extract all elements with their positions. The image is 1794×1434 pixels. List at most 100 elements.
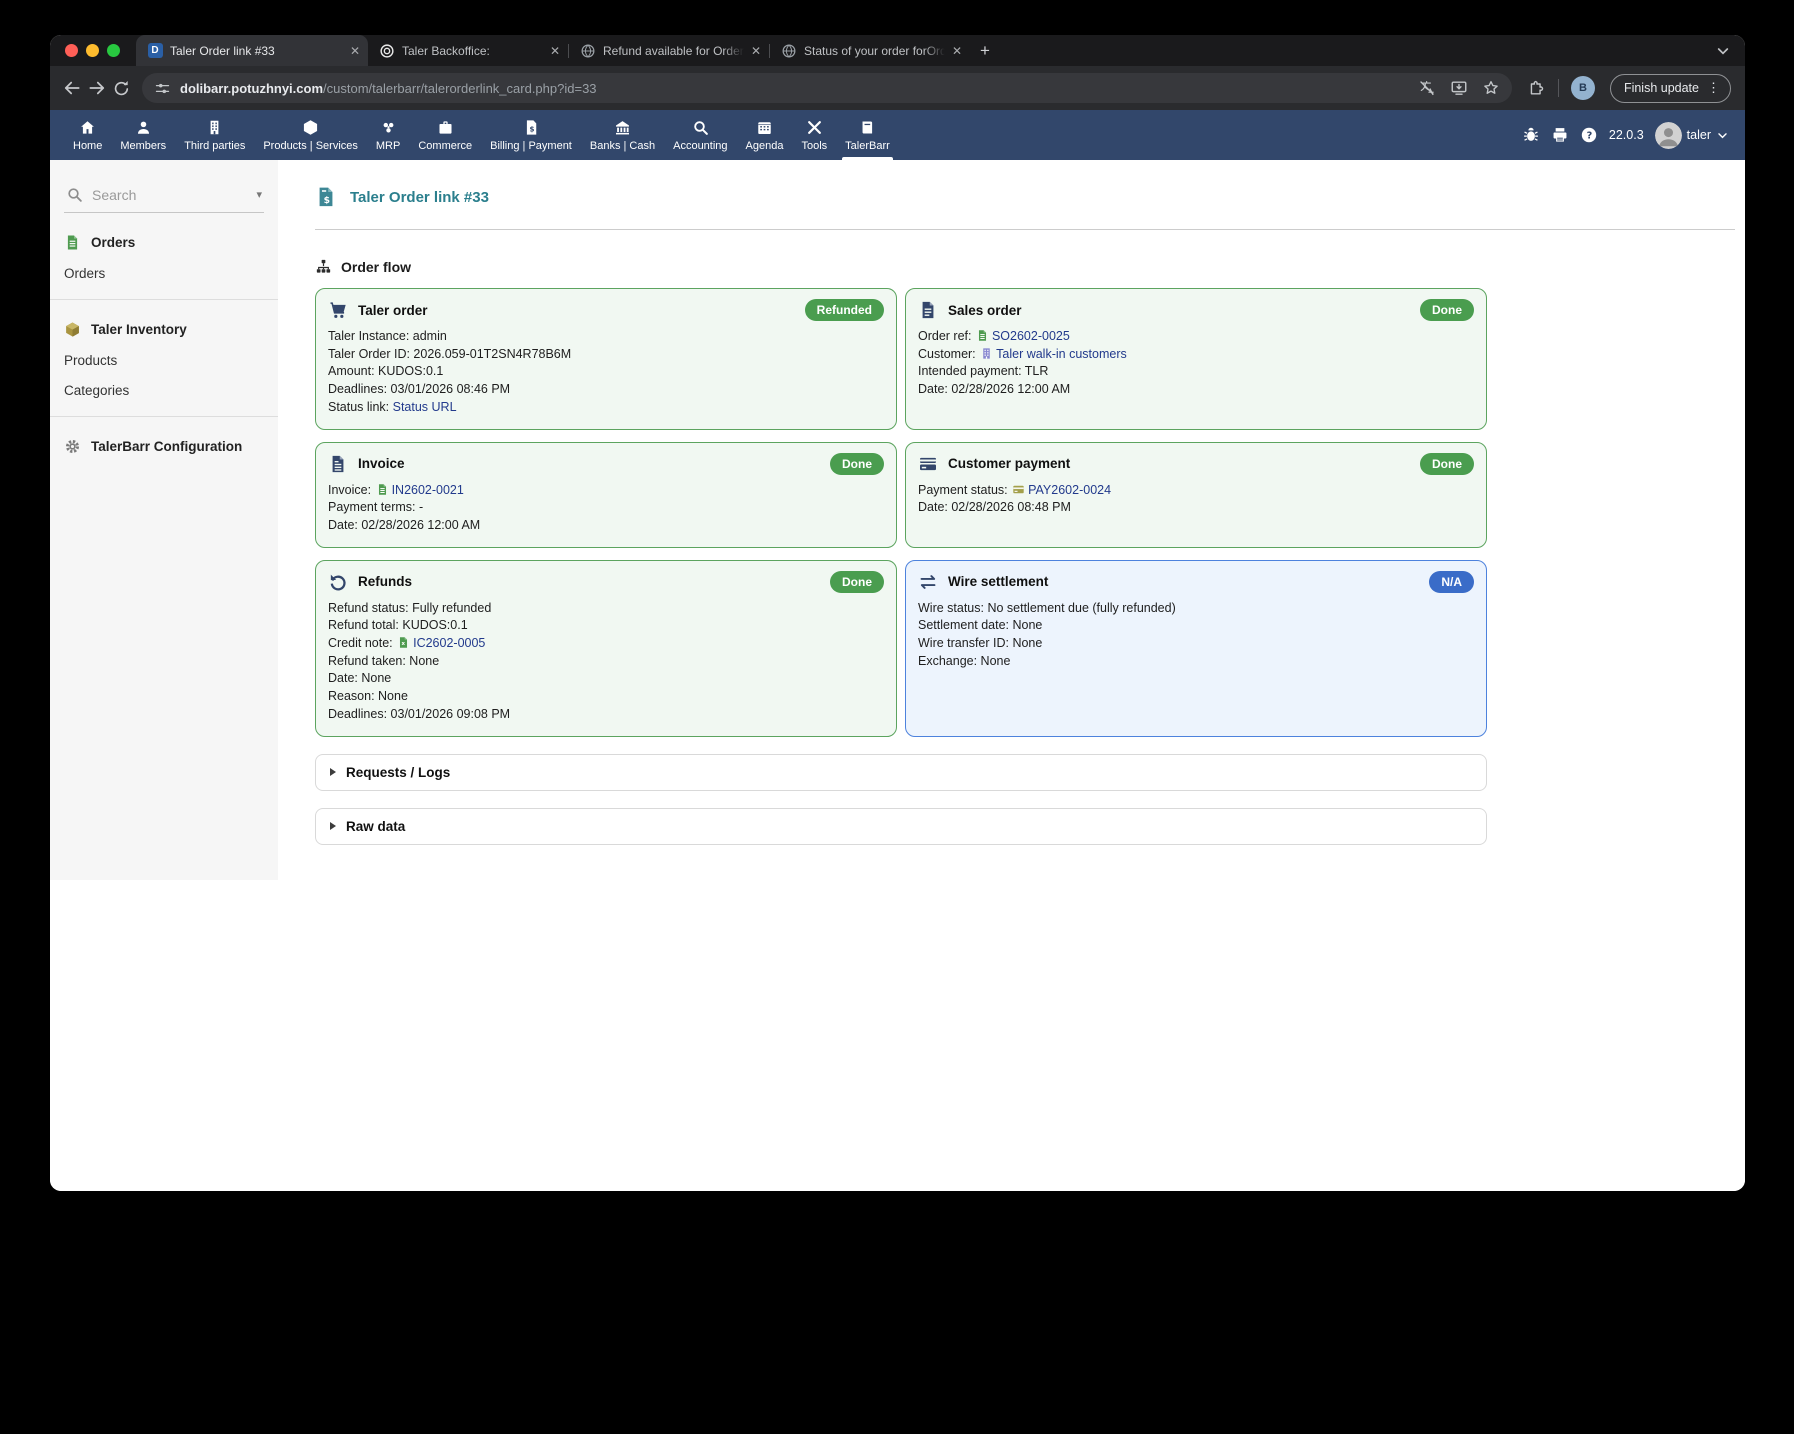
translate-off-icon[interactable] xyxy=(1418,79,1436,97)
tab-close-icon[interactable]: ✕ xyxy=(952,44,962,58)
search-input[interactable] xyxy=(92,187,222,203)
exchange-icon xyxy=(918,572,938,592)
home-icon xyxy=(79,119,96,136)
user-menu[interactable]: taler xyxy=(1655,122,1729,149)
browser-tab[interactable]: DTaler Order link #33✕ xyxy=(136,35,368,66)
top-menu-members[interactable]: Members xyxy=(111,110,175,160)
dolibarr-favicon: D xyxy=(147,43,163,59)
sidebar-item-products[interactable]: Products xyxy=(64,353,264,368)
page-url: dolibarr.potuzhnyi.com/custom/talerbarr/… xyxy=(180,81,597,96)
browser-menu-icon[interactable]: ⋮ xyxy=(1707,80,1720,96)
top-menu-label: Third parties xyxy=(184,140,245,152)
sidebar-item-categories[interactable]: Categories xyxy=(64,383,264,398)
site-settings-icon[interactable] xyxy=(154,80,171,97)
card-refunds: RefundsDoneRefund status: Fully refunded… xyxy=(315,560,897,737)
card-row: Taler Instance: admin xyxy=(328,328,884,346)
browser-tab[interactable]: Refund available for Order to ✕ xyxy=(569,35,769,66)
install-app-icon[interactable] xyxy=(1450,79,1468,97)
card-row: Date: 02/28/2026 12:00 AM xyxy=(328,517,884,535)
top-menu-agenda[interactable]: Agenda xyxy=(737,110,793,160)
close-window-button[interactable] xyxy=(65,44,78,57)
credit-note-icon: x xyxy=(397,636,410,649)
top-menu-third-parties[interactable]: Third parties xyxy=(175,110,254,160)
row-link[interactable]: IC2602-0005 xyxy=(413,636,485,650)
top-menu-accounting[interactable]: Accounting xyxy=(664,110,736,160)
collapsible-raw-data[interactable]: Raw data xyxy=(315,808,1487,845)
top-menu-label: Products | Services xyxy=(263,140,358,152)
card-header: InvoiceDone xyxy=(328,453,884,475)
chevron-down-icon xyxy=(1716,129,1729,142)
top-menu-commerce[interactable]: Commerce xyxy=(409,110,481,160)
taler-order-doc-icon: $ xyxy=(315,186,337,208)
card-row: Credit note: xIC2602-0005 xyxy=(328,635,884,653)
row-link[interactable]: SO2602-0025 xyxy=(992,329,1070,343)
svg-text:?: ? xyxy=(1587,130,1593,141)
minimize-window-button[interactable] xyxy=(86,44,99,57)
collapsible-requests-logs[interactable]: Requests / Logs xyxy=(315,754,1487,791)
tab-close-icon[interactable]: ✕ xyxy=(550,44,560,58)
sidebar-section-title[interactable]: Taler Inventory xyxy=(64,321,264,338)
top-menu-banks-cash[interactable]: Banks | Cash xyxy=(581,110,664,160)
browser-tab[interactable]: Status of your order forOrder✕ xyxy=(770,35,970,66)
profile-avatar[interactable]: B xyxy=(1571,76,1595,100)
left-menu: ▾ Orders Orders Taler Inventory Products Cat… xyxy=(50,160,278,880)
bug-report-icon[interactable] xyxy=(1522,126,1540,144)
top-menu-label: Home xyxy=(73,140,102,152)
top-menu-items: Home Members Third parties Products | Servi… xyxy=(64,110,899,160)
help-icon[interactable]: ? xyxy=(1580,126,1598,144)
credit-card-icon xyxy=(918,454,938,474)
row-link[interactable]: Status URL xyxy=(393,400,457,414)
taler-favicon xyxy=(379,43,395,59)
row-label: Customer: xyxy=(918,347,979,361)
sidebar-section: Orders Orders xyxy=(50,234,278,281)
card-row: Payment status: PAY2602-0024 xyxy=(918,482,1474,500)
card-row: Invoice: IN2602-0021 xyxy=(328,482,884,500)
card-row: Refund total: KUDOS:0.1 xyxy=(328,617,884,635)
collapsible-label: Requests / Logs xyxy=(346,765,450,780)
row-link[interactable]: IN2602-0021 xyxy=(392,483,464,497)
top-menu-tools[interactable]: Tools xyxy=(792,110,836,160)
sidebar-section-title[interactable]: TalerBarr Configuration xyxy=(64,438,264,455)
card-title: Customer payment xyxy=(948,456,1070,471)
new-tab-button[interactable]: + xyxy=(980,41,990,61)
tab-search-chevron[interactable] xyxy=(1715,43,1731,59)
card-row: Payment terms: - xyxy=(328,499,884,517)
tab-title: Refund available for Order to xyxy=(603,44,744,58)
top-menu-mrp[interactable]: MRP xyxy=(367,110,409,160)
card-wire-settlement: Wire settlementN/AWire status: No settle… xyxy=(905,560,1487,737)
top-menu-home[interactable]: Home xyxy=(64,110,111,160)
main-content: $ Taler Order link #33 Order flow Taler … xyxy=(278,160,1745,1191)
search-icon xyxy=(66,186,83,203)
finish-update-button[interactable]: Finish update ⋮ xyxy=(1610,74,1731,103)
sidebar-section: TalerBarr Configuration xyxy=(50,438,278,455)
top-menu-billing-payment[interactable]: $Billing | Payment xyxy=(481,110,581,160)
back-button[interactable] xyxy=(62,78,82,98)
row-link[interactable]: PAY2602-0024 xyxy=(1028,483,1111,497)
tools-icon xyxy=(806,119,823,136)
print-icon[interactable] xyxy=(1551,126,1569,144)
maximize-window-button[interactable] xyxy=(107,44,120,57)
status-badge: N/A xyxy=(1429,571,1474,593)
status-badge: Done xyxy=(1420,299,1474,321)
top-menu-products-services[interactable]: Products | Services xyxy=(254,110,367,160)
search-dropdown-caret[interactable]: ▾ xyxy=(256,188,262,201)
finish-update-label: Finish update xyxy=(1624,81,1699,95)
address-bar[interactable]: dolibarr.potuzhnyi.com/custom/talerbarr/… xyxy=(142,73,1512,103)
collapsible-label: Raw data xyxy=(346,819,405,834)
top-menu-label: Accounting xyxy=(673,140,727,152)
reload-button[interactable] xyxy=(112,79,131,98)
sidebar-item-orders[interactable]: Orders xyxy=(64,266,264,281)
tab-close-icon[interactable]: ✕ xyxy=(350,44,360,58)
top-menu-talerbarr[interactable]: TalerBarr xyxy=(836,110,899,160)
row-link[interactable]: Taler walk-in customers xyxy=(996,347,1127,361)
sitemap-icon xyxy=(315,258,332,275)
extensions-icon[interactable] xyxy=(1527,79,1546,98)
browser-tab[interactable]: Taler Backoffice:✕ xyxy=(368,35,568,66)
banks-icon xyxy=(614,119,631,136)
tab-close-icon[interactable]: ✕ xyxy=(751,44,761,58)
bookmark-star-icon[interactable] xyxy=(1482,79,1500,97)
row-label: Invoice: xyxy=(328,483,375,497)
card-header: Sales orderDone xyxy=(918,299,1474,321)
sidebar-section-title[interactable]: Orders xyxy=(64,234,264,251)
forward-button[interactable] xyxy=(87,78,107,98)
